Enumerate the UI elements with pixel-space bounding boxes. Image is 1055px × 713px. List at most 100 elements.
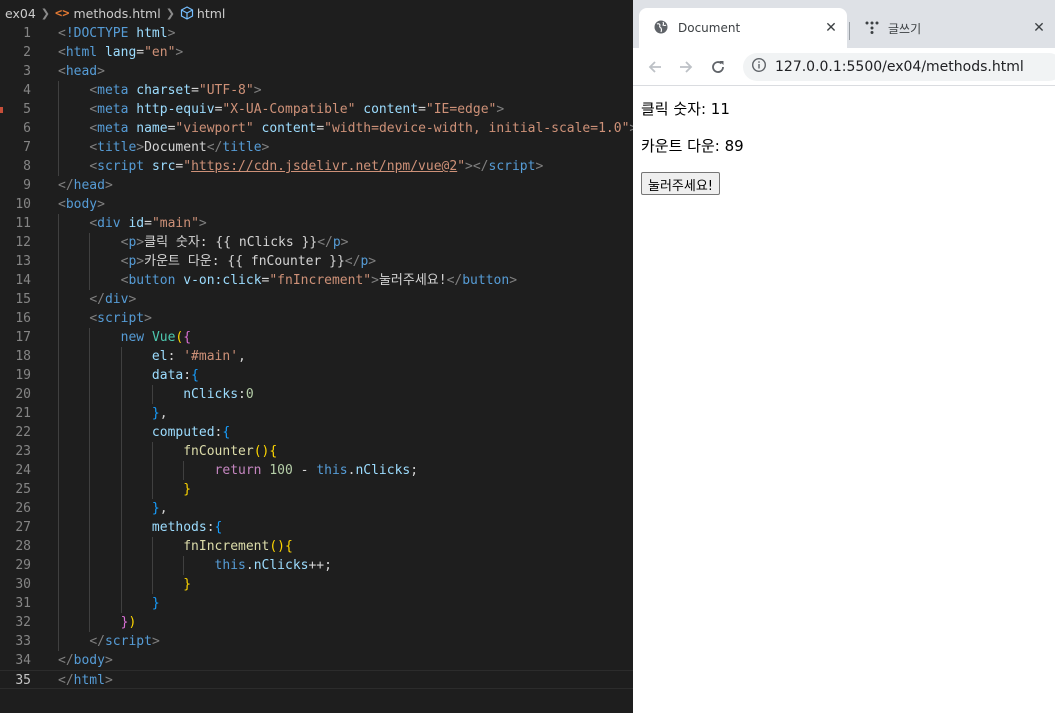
info-icon[interactable] xyxy=(751,57,767,77)
arrow-right-icon xyxy=(680,61,693,73)
code-line[interactable]: 5 <meta http-equiv = "X-UA-Compatible" con… xyxy=(0,100,633,119)
breadcrumb-folder[interactable]: ex04 xyxy=(5,6,36,21)
forward-button[interactable] xyxy=(676,57,696,77)
code-line[interactable]: 9 </head> xyxy=(0,176,633,195)
chevron-right-icon: ❯ xyxy=(165,6,175,20)
code-token: </ xyxy=(89,292,105,307)
code-editor[interactable]: ex04 ❯ < > methods.html ❯ html 1 <!DOCTYPE… xyxy=(0,0,633,713)
tab-document[interactable]: Document ✕ xyxy=(639,8,847,48)
code-line[interactable]: 34 </body> xyxy=(0,651,633,670)
code-token: content xyxy=(261,121,317,136)
code-text: <p>클릭 숫자: {{ nClicks }}</p> xyxy=(58,233,349,252)
code-token: < xyxy=(58,26,66,41)
code-text: </head> xyxy=(58,176,113,195)
code-token: : xyxy=(206,520,215,535)
code-line[interactable]: 31 } xyxy=(0,594,633,613)
code-line[interactable]: 30 } xyxy=(0,575,633,594)
code-line[interactable]: 4 <meta charset="UTF-8"> xyxy=(0,81,633,100)
code-line[interactable]: 7 <title>Document</title> xyxy=(0,138,633,157)
code-token: "main" xyxy=(151,216,199,231)
code-token: return xyxy=(214,463,262,478)
code-line[interactable]: 23 fnCounter(){ xyxy=(0,442,633,461)
code-line[interactable]: 20 nClicks:0 xyxy=(0,385,633,404)
code-token: body xyxy=(73,653,105,668)
code-token: </ xyxy=(89,634,105,649)
chevron-right-icon: ❯ xyxy=(40,6,50,20)
code-token: title xyxy=(97,140,137,155)
code-lines[interactable]: 1 <!DOCTYPE html> 2 <html lang="en"> 3 <head>… xyxy=(0,24,633,689)
line-number: 21 xyxy=(15,406,31,421)
close-icon[interactable]: ✕ xyxy=(1029,20,1049,36)
breadcrumb-symbol[interactable]: html xyxy=(197,6,225,21)
line-number: 31 xyxy=(15,596,31,611)
code-token: button xyxy=(128,273,176,288)
code-line[interactable]: 26 }, xyxy=(0,499,633,518)
line-number: 14 xyxy=(15,273,31,288)
code-token: < xyxy=(58,45,66,60)
code-token: > xyxy=(509,273,518,288)
code-line[interactable]: 27 methods:{ xyxy=(0,518,633,537)
code-line[interactable]: 10 <body> xyxy=(0,195,633,214)
code-line[interactable]: 28 fnIncrement(){ xyxy=(0,537,633,556)
tab-write[interactable]: 글쓰기 ✕ xyxy=(851,8,1055,48)
breadcrumb-file[interactable]: methods.html xyxy=(73,6,160,21)
code-line[interactable]: 11 <div id="main"> xyxy=(0,214,633,233)
increment-button[interactable]: 눌러주세요! xyxy=(641,172,721,195)
address-bar[interactable]: 127.0.0.1:5500/ex04/methods.html xyxy=(743,53,1055,81)
code-token: html xyxy=(73,673,105,688)
code-line[interactable]: 32 }) xyxy=(0,613,633,632)
code-text: nClicks:0 xyxy=(58,385,253,404)
code-line[interactable]: 22 computed:{ xyxy=(0,423,633,442)
code-token: 100 xyxy=(269,463,293,478)
line-number: 18 xyxy=(15,349,31,364)
code-token: > xyxy=(136,140,145,155)
code-line[interactable]: 15 </div> xyxy=(0,290,633,309)
code-token: < xyxy=(89,121,98,136)
code-line[interactable]: 1 <!DOCTYPE html> xyxy=(0,24,633,43)
code-token: nClicks xyxy=(183,387,239,402)
code-line[interactable]: 21 }, xyxy=(0,404,633,423)
code-token: } xyxy=(151,596,160,611)
code-line[interactable]: 6 <meta name="viewport" content="width=d… xyxy=(0,119,633,138)
code-token: data xyxy=(151,368,184,383)
code-token: el xyxy=(151,349,168,364)
code-line[interactable]: 25 } xyxy=(0,480,633,499)
code-line[interactable]: 18 el: '#main', xyxy=(0,347,633,366)
code-line[interactable]: 3 <head> xyxy=(0,62,633,81)
code-line[interactable]: 33 </script> xyxy=(0,632,633,651)
code-token: new xyxy=(120,330,145,345)
code-line[interactable]: 17 new Vue({ xyxy=(0,328,633,347)
code-token: > xyxy=(496,102,505,117)
code-line[interactable]: 13 <p>카운트 다운: {{ fnCounter }}</p> xyxy=(0,252,633,271)
code-text: } xyxy=(58,480,191,499)
close-icon[interactable]: ✕ xyxy=(821,20,841,36)
code-line[interactable]: 8 <script src="https://cdn.jsdelivr.net/… xyxy=(0,157,633,176)
code-token: . xyxy=(245,558,254,573)
code-line[interactable]: 19 data:{ xyxy=(0,366,633,385)
code-token: { xyxy=(191,368,199,383)
code-token: > xyxy=(104,178,113,193)
code-token: < xyxy=(89,311,98,326)
code-token: lang xyxy=(104,45,137,60)
code-token: script xyxy=(97,311,145,326)
code-line[interactable]: 24 return 100 - this.nClicks; xyxy=(0,461,633,480)
code-line[interactable]: 35 </html> xyxy=(0,670,633,689)
code-line[interactable]: 2 <html lang="en"> xyxy=(0,43,633,62)
line-number: 26 xyxy=(15,501,31,516)
code-line[interactable]: 14 <button v-on:click="fnIncrement">눌러주세… xyxy=(0,271,633,290)
url-text: 127.0.0.1:5500/ex04/methods.html xyxy=(775,59,1024,75)
back-button[interactable] xyxy=(645,57,665,77)
code-token: ) xyxy=(128,615,137,630)
code-line[interactable]: 16 <script> xyxy=(0,309,633,328)
code-line[interactable]: 29 this.nClicks++; xyxy=(0,556,633,575)
code-text: } xyxy=(58,594,160,613)
code-token: this xyxy=(316,463,348,478)
code-line[interactable]: 12 <p>클릭 숫자: {{ nClicks }}</p> xyxy=(0,233,633,252)
reload-button[interactable] xyxy=(708,57,728,77)
